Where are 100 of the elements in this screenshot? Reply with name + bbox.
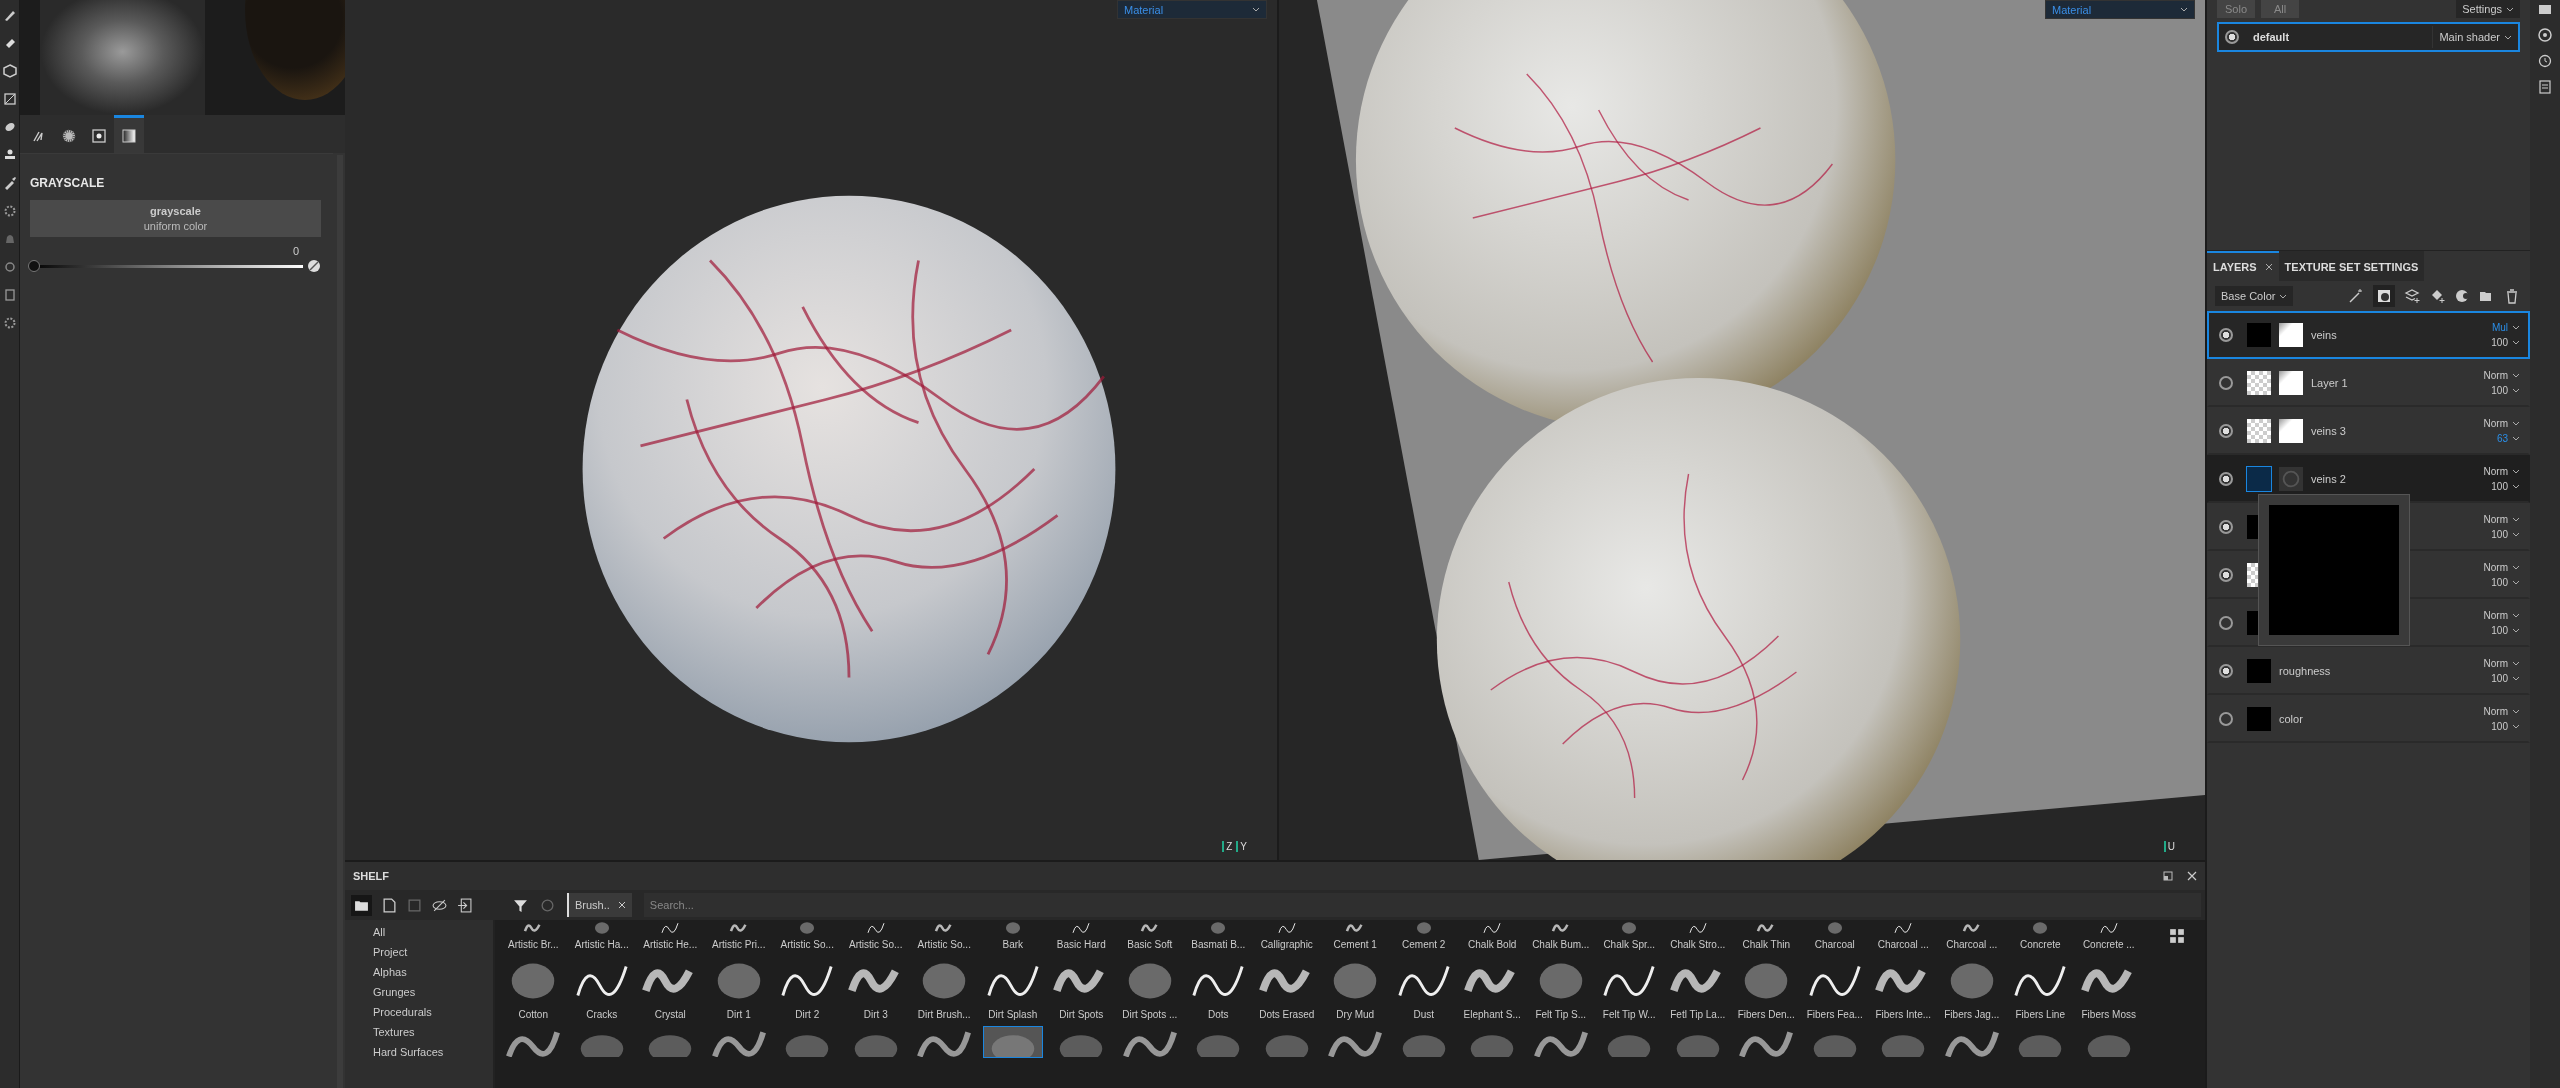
search-field[interactable]: Search... [643,893,2201,917]
mask-icon[interactable] [2373,285,2395,307]
category-item[interactable]: Hard Surfaces [373,1046,493,1066]
magic-wand-icon[interactable] [2348,288,2364,304]
opacity-dropdown[interactable]: 100 [2491,577,2520,588]
category-item[interactable]: Alphas [373,966,493,986]
category-item[interactable]: Project [373,946,493,966]
trash-icon[interactable] [2504,288,2520,304]
mask-thumbnail[interactable] [2279,419,2303,443]
filter-icon[interactable] [513,897,528,913]
layer-row[interactable]: veins 2 Norm 100 [2207,455,2530,503]
layer-thumbnail[interactable] [2247,707,2271,731]
material-tab[interactable] [114,115,144,153]
brush-name: Charcoal [1814,939,1855,950]
mask-thumbnail[interactable] [2279,371,2303,395]
viewport[interactable]: Material U [1277,0,2205,860]
opacity-dropdown[interactable]: 100 [2491,385,2520,396]
settings-dropdown[interactable]: Settings [2456,0,2520,18]
circle-icon[interactable] [2,260,17,274]
opacity-dropdown[interactable]: 100 [2491,625,2520,636]
layer-thumbnail[interactable] [2247,467,2271,491]
blend-mode-dropdown[interactable]: Norm [2483,562,2520,573]
smudge-icon[interactable] [2,120,17,134]
visibility-toggle[interactable] [2219,424,2233,438]
category-item[interactable]: Textures [373,1026,493,1046]
new-document-icon[interactable] [382,897,397,913]
blend-mode-dropdown[interactable]: Norm [2483,706,2520,717]
panel-tab[interactable]: TEXTURE SET SETTINGS [2278,251,2425,281]
channel-dropdown[interactable]: Base Color [2215,286,2294,306]
grid-view-icon[interactable] [2169,928,2185,944]
visibility-toggle[interactable] [2219,472,2233,486]
brush-icon[interactable] [2,8,17,22]
visibility-toggle[interactable] [2219,568,2233,582]
layer-row[interactable]: Layer 1 Norm 100 [2207,359,2530,407]
category-item[interactable]: All [373,926,493,946]
blend-mode-dropdown[interactable]: Norm [2483,466,2520,477]
brush-name: Dry Mud [1336,1009,1375,1020]
visibility-toggle[interactable] [2219,664,2233,678]
visibility-toggle[interactable] [2219,328,2233,342]
blend-mode-dropdown[interactable]: Norm [2483,658,2520,669]
brush-name: Concrete ... [2082,939,2135,950]
blend-mode-dropdown[interactable]: Norm [2483,418,2520,429]
texture-set-row[interactable]: default Main shader [2217,22,2520,52]
layer-thumbnail[interactable] [2247,419,2271,443]
source-button[interactable]: grayscale uniform color [30,200,321,237]
visibility-toggle[interactable] [2219,616,2233,630]
log-icon[interactable] [2538,80,2552,94]
blend-mode-dropdown[interactable]: Norm [2483,370,2520,381]
visibility-toggle[interactable] [2219,712,2233,726]
caret-icon [2512,421,2520,426]
blend-mode-dropdown[interactable]: Mul [2491,322,2520,333]
layer-thumbnail[interactable] [2247,659,2271,683]
cube-icon[interactable] [2,64,17,78]
blend-mode-dropdown[interactable]: Norm [2483,514,2520,525]
filter-chip[interactable]: Brush.. [567,893,632,917]
brush-name: Artistic So... [849,939,903,950]
brush-name: Cement 1 [1333,939,1377,950]
view-mode-dropdown[interactable]: Material [2045,0,2195,19]
caret-icon [2512,484,2520,489]
layer-row[interactable]: veins Mul 100 [2207,311,2530,359]
brush-name: Dirt Splash [988,1009,1038,1020]
visibility-toggle[interactable] [2219,520,2233,534]
opacity-dropdown[interactable]: 100 [2491,337,2520,348]
close-icon[interactable] [2264,263,2273,271]
close-icon[interactable] [2187,871,2197,881]
globe-icon[interactable] [2538,28,2552,42]
opacity-dropdown[interactable]: 63 [2496,433,2520,444]
layer-thumbnail[interactable] [2247,371,2271,395]
projection-icon[interactable] [2,92,17,106]
add-layer-icon[interactable] [2404,288,2420,304]
opacity-dropdown[interactable]: 100 [2491,481,2520,492]
stamp-icon[interactable] [2,148,17,162]
layer-row[interactable]: color Norm 100 [2207,695,2530,743]
opacity-dropdown[interactable]: 100 [2491,721,2520,732]
radio-icon[interactable] [2225,30,2239,44]
visibility-toggle[interactable] [2219,376,2233,390]
brush-name: Basmati B... [1191,939,1246,950]
brush-name: Fibers Moss [2081,1009,2136,1020]
brush-thumbnail[interactable] [982,1026,1043,1058]
folder-icon[interactable] [351,894,372,916]
brush-name: Artistic Ha... [574,939,629,950]
view-mode-dropdown[interactable]: Material [1117,0,1267,19]
maximize-icon[interactable] [2163,871,2173,881]
blend-mode-dropdown[interactable]: Norm [2483,610,2520,621]
opacity-dropdown[interactable]: 100 [2491,529,2520,540]
document-icon[interactable] [2,288,17,302]
close-icon[interactable] [617,901,626,909]
viewport[interactable]: Material Z Y [345,0,1277,860]
mask-thumbnail[interactable] [2279,323,2303,347]
category-item[interactable]: Procedurals [373,1006,493,1026]
color-picker-icon[interactable] [307,259,321,273]
brush-name: Fetl Tip La... [1670,1009,1726,1020]
hidden-eye-icon[interactable] [432,897,447,913]
slider-thumb[interactable] [28,260,40,272]
import-icon[interactable] [457,897,472,913]
mask-thumbnail[interactable] [2279,467,2303,491]
opacity-dropdown[interactable]: 100 [2491,673,2520,684]
layer-thumbnail[interactable] [2247,323,2271,347]
category-item[interactable]: Grunges [373,986,493,1006]
history-icon[interactable] [2538,54,2552,68]
